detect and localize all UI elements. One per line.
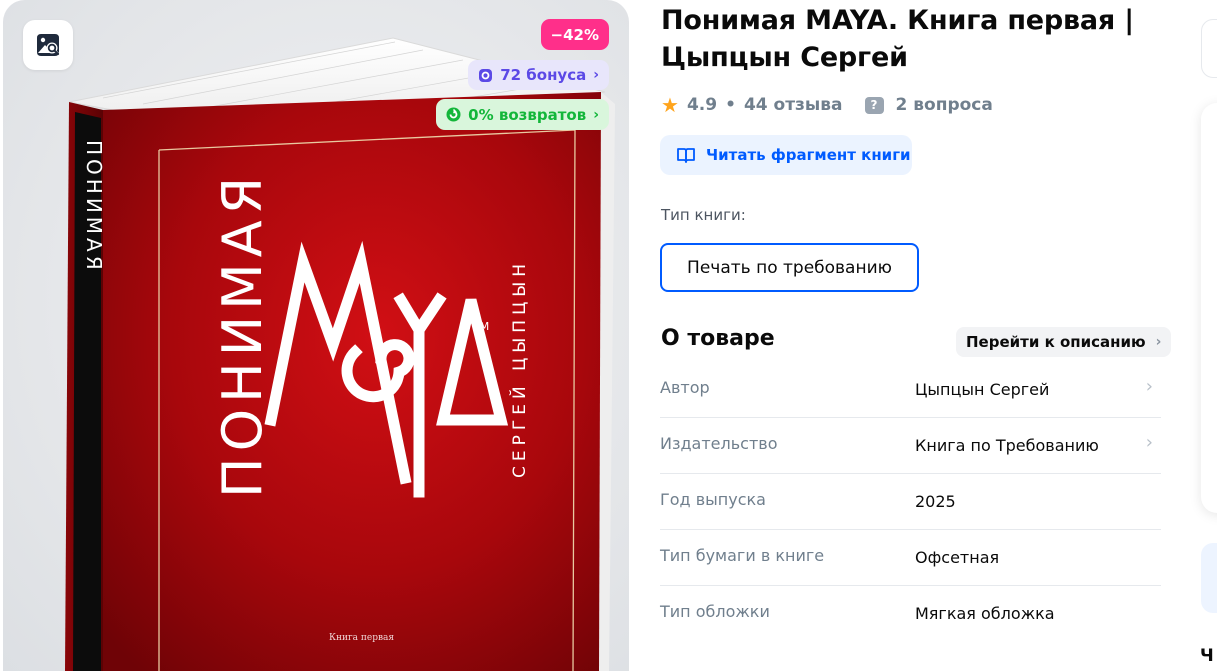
discount-text: −42%	[550, 25, 599, 44]
spec-key: Издательство	[660, 434, 778, 453]
product-title: Понимая MAYA. Книга первая | Цыпцын Серг…	[661, 5, 1134, 73]
chevron-right-icon: ›	[593, 106, 599, 123]
cover-title: ПОНИМАЯ	[211, 171, 274, 498]
returns-text: 0% возвратов	[468, 105, 587, 124]
spec-value[interactable]: Книга по Требованию	[915, 436, 1099, 455]
goto-description-label: Перейти к описанию	[966, 333, 1146, 351]
spec-key: Год выпуска	[660, 490, 766, 509]
specs-table: Автор Цыпцын Сергей › Издательство Книга…	[660, 362, 1161, 642]
chevron-right-icon: ›	[593, 67, 599, 83]
rating-value[interactable]: 4.9	[687, 95, 717, 115]
right-column-text: Ч	[1200, 646, 1214, 666]
chevron-right-icon: ›	[1155, 334, 1162, 350]
spec-row-year: Год выпуска 2025	[660, 474, 1161, 530]
spine-title: ПОНИМАЯ	[82, 140, 106, 274]
product-gallery: ПОНИМАЯ TM СЕРГЕЙ ЦЫПЦЫН ПОНИМАЯ Книга п…	[3, 0, 629, 671]
chevron-right-icon: ›	[1145, 432, 1153, 453]
bonus-text: 72 бонуса	[500, 66, 587, 84]
spec-value: Офсетная	[915, 548, 1000, 567]
cover-author: СЕРГЕЙ ЦЫПЦЫН	[508, 259, 530, 478]
book-type-label: Тип книги:	[661, 206, 746, 224]
bonus-badge[interactable]: 72 бонуса ›	[468, 60, 609, 90]
about-section-title: О товаре	[661, 326, 775, 351]
price-widget-edge[interactable]	[1201, 19, 1217, 78]
spec-row-publisher[interactable]: Издательство Книга по Требованию ›	[660, 418, 1161, 474]
spec-key: Автор	[660, 378, 710, 397]
question-icon: ?	[864, 96, 884, 114]
cover-subtitle: Книга первая	[329, 633, 394, 643]
promo-card-edge[interactable]	[1201, 543, 1217, 613]
spec-value: Мягкая обложка	[915, 604, 1055, 623]
search-by-photo-button[interactable]	[23, 20, 73, 70]
buy-card-edge	[1201, 103, 1217, 513]
spec-key: Тип бумаги в книге	[660, 546, 825, 565]
cover-trademark: TM	[472, 320, 489, 333]
spec-value: 2025	[915, 492, 956, 511]
open-book-icon	[677, 148, 695, 163]
star-icon: ★	[661, 93, 679, 117]
discount-badge: −42%	[540, 19, 609, 50]
read-fragment-button[interactable]: Читать фрагмент книги	[660, 135, 912, 175]
spec-value[interactable]: Цыпцын Сергей	[915, 380, 1049, 399]
spec-row-paper-type: Тип бумаги в книге Офсетная	[660, 530, 1161, 586]
spec-row-cover-type: Тип обложки Мягкая обложка	[660, 586, 1161, 642]
spec-key: Тип обложки	[660, 602, 770, 621]
questions-link[interactable]: 2 вопроса	[896, 95, 993, 115]
returns-badge[interactable]: 0% возвратов ›	[436, 99, 609, 130]
spec-row-author[interactable]: Автор Цыпцын Сергей ›	[660, 362, 1161, 418]
returns-icon	[446, 107, 461, 122]
bonus-coin-icon	[479, 68, 493, 82]
rating-separator: •	[725, 95, 736, 115]
goto-description-button[interactable]: Перейти к описанию ›	[956, 327, 1172, 357]
read-fragment-label: Читать фрагмент книги	[706, 146, 911, 164]
rating-row: ★ 4.9 • 44 отзыва ? 2 вопроса	[661, 92, 993, 118]
book-type-option[interactable]: Печать по требованию	[660, 243, 919, 292]
chevron-right-icon: ›	[1145, 376, 1153, 397]
photo-search-icon	[37, 34, 60, 56]
reviews-link[interactable]: 44 отзыва	[744, 95, 843, 115]
